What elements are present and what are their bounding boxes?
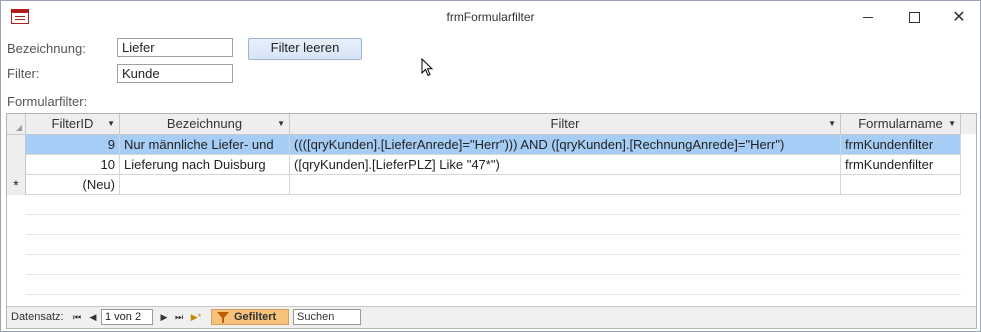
minimize-button[interactable]: [845, 1, 891, 34]
window-title: frmFormularfilter: [446, 10, 535, 24]
minimize-icon: [863, 17, 873, 18]
cell-formularname[interactable]: frmKundenfilter: [841, 155, 961, 174]
cell-filter[interactable]: ([qryKunden].[LieferPLZ] Like "47*"): [290, 155, 841, 174]
maximize-button[interactable]: [891, 1, 937, 34]
record-navigation-bar: Datensatz: ⏮ ◀ 1 von 2 ▶ ⏭ ▶* Gefiltert …: [7, 306, 976, 328]
new-record-icon[interactable]: ▶*: [190, 311, 202, 323]
column-header-filter[interactable]: Filter ▼: [290, 114, 841, 134]
column-header-filterid[interactable]: FilterID ▼: [26, 114, 120, 134]
grid-header: FilterID ▼ Bezeichnung ▼ Filter ▼ Formularn…: [7, 114, 976, 135]
record-selector[interactable]: [7, 155, 26, 175]
next-record-icon[interactable]: ▶: [158, 311, 170, 323]
empty-grid-area: [7, 195, 976, 301]
cell-bezeichnung[interactable]: Lieferung nach Duisburg: [120, 155, 290, 174]
dropdown-arrow-icon[interactable]: ▼: [948, 114, 956, 134]
table-row[interactable]: 10 Lieferung nach Duisburg ([qryKunden].…: [7, 155, 961, 175]
column-header-formularname[interactable]: Formularname ▼: [841, 114, 961, 134]
first-record-icon[interactable]: ⏮: [71, 311, 83, 323]
table-row[interactable]: 9 Nur männliche Liefer- und ((([qryKunde…: [7, 135, 961, 155]
filter-label: Filter:: [7, 66, 40, 81]
dropdown-arrow-icon[interactable]: ▼: [107, 114, 115, 134]
access-form-window: frmFormularfilter ✕ Bezeichnung: Liefer …: [0, 0, 981, 332]
bezeichnung-label: Bezeichnung:: [7, 41, 86, 56]
column-header-bezeichnung[interactable]: Bezeichnung ▼: [120, 114, 290, 134]
bezeichnung-input[interactable]: Liefer: [117, 38, 233, 57]
close-button[interactable]: ✕: [936, 1, 981, 34]
filter-input[interactable]: Kunde: [117, 64, 233, 83]
search-input[interactable]: Suchen: [293, 309, 361, 325]
previous-record-icon[interactable]: ◀: [87, 311, 99, 323]
dropdown-arrow-icon[interactable]: ▼: [277, 114, 285, 134]
select-all-corner[interactable]: [7, 114, 26, 134]
cell-filter[interactable]: [290, 175, 841, 194]
last-record-icon[interactable]: ⏭: [173, 311, 185, 323]
cell-bezeichnung[interactable]: [120, 175, 290, 194]
new-record-row[interactable]: * (Neu): [7, 175, 961, 195]
current-record-input[interactable]: 1 von 2: [101, 309, 153, 325]
filter-toggle[interactable]: Gefiltert: [211, 309, 289, 325]
cell-bezeichnung[interactable]: Nur männliche Liefer- und: [120, 135, 290, 154]
vertical-scrollbar[interactable]: [961, 134, 976, 302]
clear-filter-button[interactable]: Filter leeren: [248, 38, 362, 60]
title-bar: frmFormularfilter ✕: [1, 1, 980, 34]
new-record-placeholder[interactable]: (Neu): [26, 175, 120, 194]
record-selector[interactable]: [7, 135, 26, 155]
datasheet-subform: FilterID ▼ Bezeichnung ▼ Filter ▼ Formularn…: [6, 113, 977, 329]
new-record-selector[interactable]: *: [7, 175, 26, 195]
cell-formularname[interactable]: [841, 175, 961, 194]
subform-label: Formularfilter:: [7, 94, 88, 109]
cell-filter[interactable]: ((([qryKunden].[LieferAnrede]="Herr"))) …: [290, 135, 841, 154]
dropdown-arrow-icon[interactable]: ▼: [828, 114, 836, 134]
cell-filterid[interactable]: 9: [26, 135, 120, 154]
cell-formularname[interactable]: frmKundenfilter: [841, 135, 961, 154]
mouse-cursor-icon: [421, 58, 434, 77]
cell-filterid[interactable]: 10: [26, 155, 120, 174]
maximize-icon: [908, 12, 920, 23]
record-label: Datensatz:: [11, 311, 64, 323]
close-icon: ✕: [952, 8, 966, 26]
